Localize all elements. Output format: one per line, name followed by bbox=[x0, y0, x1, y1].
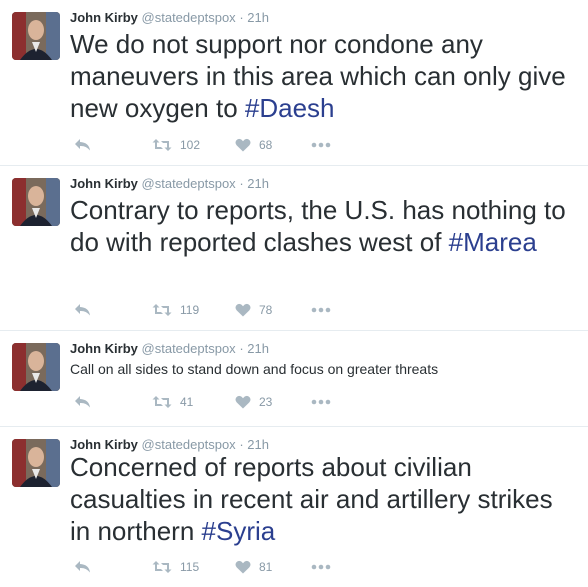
like-count: 78 bbox=[259, 303, 273, 317]
retweet-icon bbox=[152, 395, 172, 409]
tweet-header: John Kirby @statedeptspox · 21h bbox=[70, 341, 269, 357]
retweet-count: 119 bbox=[180, 303, 200, 317]
more-button[interactable] bbox=[311, 301, 331, 319]
tweet-text: We do not support nor condone any maneuv… bbox=[70, 28, 578, 124]
reply-button[interactable] bbox=[74, 301, 91, 319]
author-handle[interactable]: @statedeptspox bbox=[142, 176, 236, 191]
like-button[interactable]: 78 bbox=[235, 301, 272, 319]
avatar[interactable] bbox=[12, 439, 60, 487]
tweet-4[interactable]: John Kirby @statedeptspox · 21h Concerne… bbox=[0, 427, 588, 587]
separator-dot: · bbox=[239, 437, 244, 452]
tweet-text: Call on all sides to stand down and focu… bbox=[70, 360, 578, 378]
like-count: 81 bbox=[259, 560, 273, 574]
more-dots-icon bbox=[311, 307, 331, 313]
avatar[interactable] bbox=[12, 178, 60, 226]
separator-dot: · bbox=[239, 341, 244, 356]
retweet-button[interactable]: 102 bbox=[152, 136, 200, 154]
more-button[interactable] bbox=[311, 558, 331, 576]
like-count: 68 bbox=[259, 138, 273, 152]
author-handle[interactable]: @statedeptspox bbox=[142, 10, 236, 25]
heart-icon bbox=[235, 560, 251, 574]
more-dots-icon bbox=[311, 142, 331, 148]
separator-dot: · bbox=[239, 10, 244, 25]
retweet-button[interactable]: 115 bbox=[152, 558, 199, 576]
reply-button[interactable] bbox=[74, 558, 91, 576]
more-button[interactable] bbox=[311, 393, 331, 411]
tweet-text: Contrary to reports, the U.S. has nothin… bbox=[70, 194, 578, 258]
reply-button[interactable] bbox=[74, 393, 91, 411]
hashtag-link[interactable]: #Syria bbox=[202, 516, 276, 546]
heart-icon bbox=[235, 303, 251, 317]
heart-icon bbox=[235, 395, 251, 409]
like-button[interactable]: 81 bbox=[235, 558, 272, 576]
author-name[interactable]: John Kirby bbox=[70, 10, 138, 25]
timestamp[interactable]: 21h bbox=[247, 176, 269, 191]
retweet-count: 102 bbox=[180, 138, 201, 152]
author-name[interactable]: John Kirby bbox=[70, 176, 138, 191]
timestamp[interactable]: 21h bbox=[247, 341, 269, 356]
hashtag-link[interactable]: #Daesh bbox=[245, 93, 335, 123]
tweet-body: Call on all sides to stand down and focu… bbox=[70, 361, 439, 377]
author-handle[interactable]: @statedeptspox bbox=[142, 341, 236, 356]
separator-dot: · bbox=[239, 176, 244, 191]
tweet-header: John Kirby @statedeptspox · 21h bbox=[70, 10, 269, 26]
reply-icon bbox=[74, 138, 91, 152]
tweet-1[interactable]: John Kirby @statedeptspox · 21h We do no… bbox=[0, 0, 588, 166]
avatar[interactable] bbox=[12, 12, 60, 60]
retweet-icon bbox=[152, 560, 172, 574]
reply-icon bbox=[74, 395, 91, 409]
tweet-2[interactable]: John Kirby @statedeptspox · 21h Contrary… bbox=[0, 166, 588, 331]
avatar[interactable] bbox=[12, 343, 60, 391]
timestamp[interactable]: 21h bbox=[247, 437, 269, 452]
retweet-button[interactable]: 41 bbox=[152, 393, 193, 411]
more-button[interactable] bbox=[311, 136, 331, 154]
tweet-header: John Kirby @statedeptspox · 21h bbox=[70, 176, 269, 192]
author-name[interactable]: John Kirby bbox=[70, 437, 138, 452]
retweet-button[interactable]: 119 bbox=[152, 301, 199, 319]
tweet-text: Concerned of reports about civilian casu… bbox=[70, 451, 578, 547]
reply-icon bbox=[74, 303, 91, 317]
retweet-count: 41 bbox=[180, 395, 194, 409]
hashtag-link[interactable]: #Marea bbox=[449, 227, 537, 257]
like-count: 23 bbox=[259, 395, 273, 409]
reply-icon bbox=[74, 560, 91, 574]
author-name[interactable]: John Kirby bbox=[70, 341, 138, 356]
reply-button[interactable] bbox=[74, 136, 91, 154]
retweet-count: 115 bbox=[180, 560, 200, 574]
tweet-body: Concerned of reports about civilian casu… bbox=[70, 452, 553, 546]
author-handle[interactable]: @statedeptspox bbox=[142, 437, 236, 452]
like-button[interactable]: 68 bbox=[235, 136, 272, 154]
retweet-icon bbox=[152, 303, 172, 317]
more-dots-icon bbox=[311, 564, 331, 570]
heart-icon bbox=[235, 138, 251, 152]
more-dots-icon bbox=[311, 399, 331, 405]
retweet-icon bbox=[152, 138, 172, 152]
tweet-timeline: John Kirby @statedeptspox · 21h We do no… bbox=[0, 0, 588, 587]
tweet-3[interactable]: John Kirby @statedeptspox · 21h Call on … bbox=[0, 331, 588, 427]
timestamp[interactable]: 21h bbox=[247, 10, 269, 25]
like-button[interactable]: 23 bbox=[235, 393, 272, 411]
